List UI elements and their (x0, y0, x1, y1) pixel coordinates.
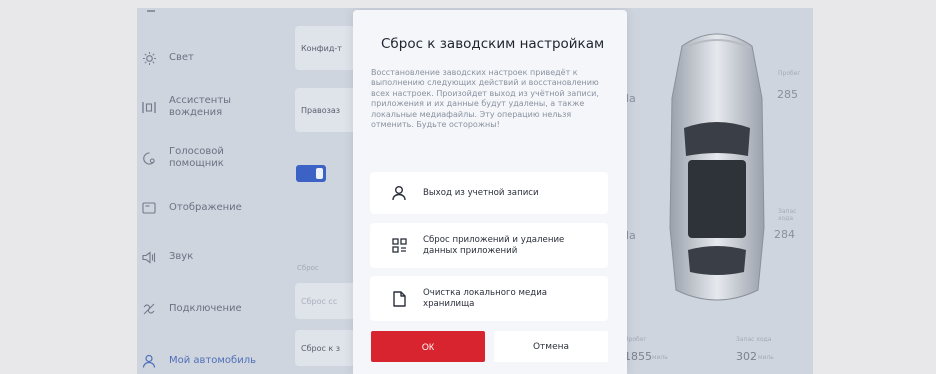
file-icon (389, 289, 409, 309)
option-clear-media: Очистка локального медиа хранилища (370, 276, 608, 321)
dialog-title: Сброс к заводским настройкам (381, 36, 605, 52)
settings-screen: Свет Ассистенты вождения Голосовой помощ… (137, 8, 813, 374)
ok-button[interactable]: ОК (371, 331, 485, 362)
dialog-description: Восстановление заводских настроек привед… (371, 68, 599, 130)
option-clear-media-label: Очистка локального медиа хранилища (423, 288, 548, 309)
apps-icon (389, 236, 409, 256)
option-reset-apps-label: Сброс приложений и удаление данных прило… (423, 235, 565, 256)
option-reset-apps: Сброс приложений и удаление данных прило… (370, 223, 608, 268)
modal-overlay: Сброс к заводским настройкам Восстановле… (137, 8, 813, 374)
factory-reset-dialog: Сброс к заводским настройкам Восстановле… (353, 10, 627, 374)
option-logout: Выход из учетной записи (370, 172, 608, 214)
user-icon (389, 183, 409, 203)
option-logout-label: Выход из учетной записи (423, 187, 539, 198)
cancel-button[interactable]: Отмена (494, 331, 608, 362)
